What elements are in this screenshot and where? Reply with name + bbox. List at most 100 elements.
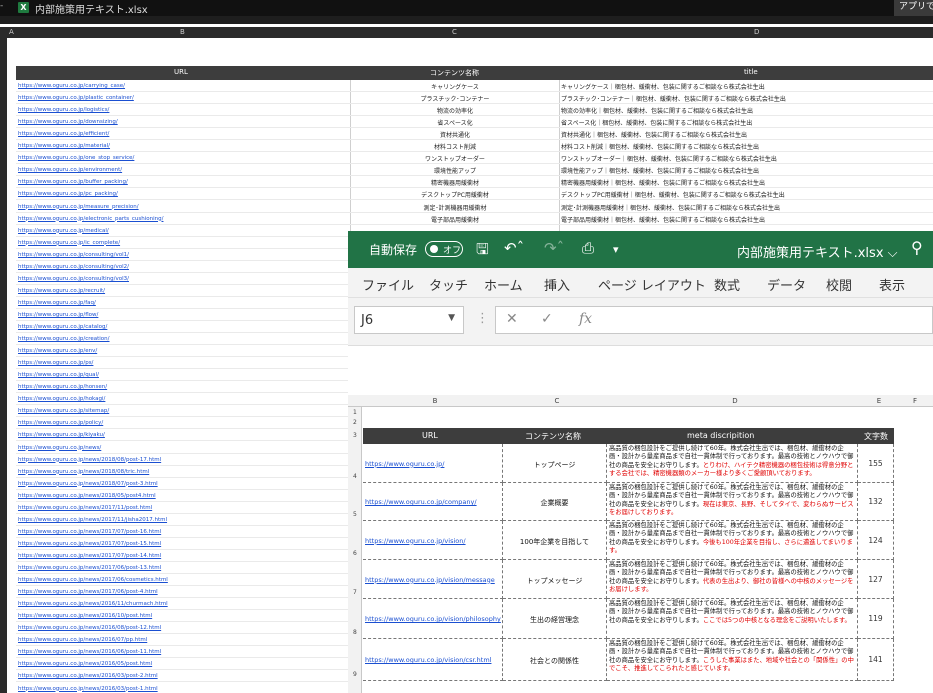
- bg-url-link[interactable]: https://www.oguru.co.jp/material/: [18, 143, 110, 149]
- url-link[interactable]: https://www.oguru.co.jp/vision/philosoph…: [365, 615, 501, 623]
- chevron-down-icon[interactable]: ▼: [448, 313, 455, 323]
- col-letter[interactable]: F: [910, 397, 920, 405]
- print-preview-icon[interactable]: ⎙: [582, 239, 594, 257]
- bg-url-link[interactable]: https://www.oguru.co.jp/efficient/: [18, 131, 109, 137]
- bg-url-link[interactable]: https://www.oguru.co.jp/news/2016/03/pos…: [18, 686, 158, 692]
- url-cell[interactable]: https://www.oguru.co.jp/company/: [363, 483, 503, 521]
- bg-url-link[interactable]: https://www.oguru.co.jp/hokagi/: [18, 396, 105, 402]
- url-link[interactable]: https://www.oguru.co.jp/vision/message: [365, 576, 495, 584]
- bg-url-link[interactable]: https://www.oguru.co.jp/measure_precisio…: [18, 204, 139, 210]
- cancel-icon[interactable]: ✕: [506, 311, 518, 327]
- content-cell[interactable]: 100年企業を目指して: [503, 521, 607, 560]
- bg-url-link[interactable]: https://www.oguru.co.jp/policy/: [18, 420, 103, 426]
- window-title[interactable]: 内部施策用テキスト.xlsx ⌵: [737, 242, 898, 261]
- tab-page-layout[interactable]: ページ レイアウト: [598, 275, 706, 294]
- undo-icon[interactable]: ↶ˆ: [504, 239, 524, 257]
- bg-url-link[interactable]: https://www.oguru.co.jp/ps/: [18, 360, 93, 366]
- bg-url-link[interactable]: https://www.oguru.co.jp/news/2017/06/pos…: [18, 589, 158, 595]
- bg-url-link[interactable]: https://www.oguru.co.jp/catalog/: [18, 324, 107, 330]
- bg-url-link[interactable]: https://www.oguru.co.jp/recruit/: [18, 288, 105, 294]
- more-icon[interactable]: ⋮: [476, 311, 489, 326]
- count-cell[interactable]: 155: [858, 444, 894, 483]
- bg-url-link[interactable]: https://www.oguru.co.jp/news/2017/07/pos…: [18, 529, 161, 535]
- tab-view[interactable]: 表示: [879, 275, 905, 294]
- bg-url-link[interactable]: https://www.oguru.co.jp/news/2016/07/pp.…: [18, 637, 147, 643]
- bg-url-link[interactable]: https://www.oguru.co.jp/consulting/vol2/: [18, 264, 129, 270]
- row-number[interactable]: 8: [353, 629, 357, 636]
- open-in-app-button[interactable]: アプリで: [894, 0, 933, 16]
- meta-cell[interactable]: 高品質の梱包設計をご提供し続けて60年。株式会社生出では、梱包材、緩衝材の企画・…: [607, 521, 858, 560]
- row-number[interactable]: 2: [353, 419, 357, 426]
- formula-input[interactable]: ✕ ✓ fx: [495, 306, 933, 334]
- bg-url-link[interactable]: https://www.oguru.co.jp/env/: [18, 348, 97, 354]
- row-number[interactable]: 7: [353, 589, 357, 596]
- url-cell[interactable]: https://www.oguru.co.jp/vision/message: [363, 560, 503, 599]
- customize-toolbar-icon[interactable]: ▾: [613, 243, 619, 256]
- row-number[interactable]: 5: [353, 511, 357, 518]
- bg-url-link[interactable]: https://www.oguru.co.jp/news/2016/03/pos…: [18, 673, 158, 679]
- count-cell[interactable]: 141: [858, 639, 894, 681]
- bg-url-link[interactable]: https://www.oguru.co.jp/news/2016/08/pos…: [18, 625, 161, 631]
- bg-url-link[interactable]: https://www.oguru.co.jp/downsizing/: [18, 119, 118, 125]
- bg-url-link[interactable]: https://www.oguru.co.jp/flow/: [18, 312, 98, 318]
- bg-url-link[interactable]: https://www.oguru.co.jp/news/2017/07/pos…: [18, 541, 161, 547]
- bg-url-link[interactable]: https://www.oguru.co.jp/carrying_case/: [18, 83, 125, 89]
- bg-url-link[interactable]: https://www.oguru.co.jp/news/2017/07/pos…: [18, 553, 161, 559]
- bg-url-link[interactable]: https://www.oguru.co.jp/news/2016/05/pos…: [18, 661, 152, 667]
- tab-home[interactable]: ホーム: [484, 275, 523, 294]
- bg-url-link[interactable]: https://www.oguru.co.jp/news/2016/11/chu…: [18, 601, 168, 607]
- content-cell[interactable]: 企業概要: [503, 483, 607, 521]
- bg-url-link[interactable]: https://www.oguru.co.jp/pc_packing/: [18, 191, 118, 197]
- bg-url-link[interactable]: https://www.oguru.co.jp/environment/: [18, 167, 122, 173]
- tab-data[interactable]: データ: [767, 275, 806, 294]
- content-cell[interactable]: 社会との関係性: [503, 639, 607, 681]
- confirm-icon[interactable]: ✓: [541, 311, 553, 327]
- url-cell[interactable]: https://www.oguru.co.jp/vision/: [363, 521, 503, 560]
- bg-url-link[interactable]: https://www.oguru.co.jp/news/2018/05/pos…: [18, 493, 156, 499]
- col-letter[interactable]: C: [552, 397, 562, 405]
- row-number[interactable]: 3: [353, 432, 357, 439]
- content-cell[interactable]: 生出の経営理念: [503, 599, 607, 639]
- bg-url-link[interactable]: https://www.oguru.co.jp/qual/: [18, 372, 99, 378]
- tab-formulas[interactable]: 数式: [714, 275, 740, 294]
- menu-dash-icon[interactable]: -: [0, 1, 3, 11]
- bg-url-link[interactable]: https://www.oguru.co.jp/news/2016/06/pos…: [18, 649, 161, 655]
- bg-url-link[interactable]: https://www.oguru.co.jp/plastic_containe…: [18, 95, 134, 101]
- bg-url-link[interactable]: https://www.oguru.co.jp/news/2016/10/pos…: [18, 613, 152, 619]
- bg-url-link[interactable]: https://www.oguru.co.jp/news/2018/08/pos…: [18, 457, 161, 463]
- count-cell[interactable]: 124: [858, 521, 894, 560]
- name-box[interactable]: J6 ▼: [354, 306, 464, 334]
- bg-url-link[interactable]: https://www.oguru.co.jp/sitemap/: [18, 408, 109, 414]
- bg-url-link[interactable]: https://www.oguru.co.jp/news/2017/11/jis…: [18, 517, 167, 523]
- url-cell[interactable]: https://www.oguru.co.jp/vision/philosoph…: [363, 599, 503, 639]
- meta-cell[interactable]: 高品質の梱包設計をご提供し続けて60年。株式会社生出では、梱包材、緩衝材の企画・…: [607, 444, 858, 483]
- meta-cell[interactable]: 高品質の梱包設計をご提供し続けて60年。株式会社生出では、梱包材、緩衝材の企画・…: [607, 483, 858, 521]
- row-number[interactable]: 4: [353, 473, 357, 480]
- content-cell[interactable]: トップメッセージ: [503, 560, 607, 599]
- col-letter[interactable]: E: [874, 397, 884, 405]
- bg-url-link[interactable]: https://www.oguru.co.jp/honsen/: [18, 384, 107, 390]
- bg-url-link[interactable]: https://www.oguru.co.jp/kiyaku/: [18, 432, 105, 438]
- function-icon[interactable]: fx: [579, 311, 592, 327]
- bg-url-link[interactable]: https://www.oguru.co.jp/one_stop_service…: [18, 155, 134, 161]
- bg-url-link[interactable]: https://www.oguru.co.jp/news/2017/11/pos…: [18, 505, 152, 511]
- bg-url-link[interactable]: https://www.oguru.co.jp/news/2017/06/cos…: [18, 577, 168, 583]
- bg-url-link[interactable]: https://www.oguru.co.jp/news/2017/06/pos…: [18, 565, 161, 571]
- count-cell[interactable]: 127: [858, 560, 894, 599]
- count-cell[interactable]: 119: [858, 599, 894, 639]
- row-number[interactable]: 6: [353, 550, 357, 557]
- tab-review[interactable]: 校閲: [826, 275, 852, 294]
- bg-url-link[interactable]: https://www.oguru.co.jp/medical/: [18, 228, 109, 234]
- search-icon[interactable]: ⚲: [911, 238, 923, 257]
- bg-url-link[interactable]: https://www.oguru.co.jp/logistics/: [18, 107, 109, 113]
- content-cell[interactable]: トップページ: [503, 444, 607, 483]
- autosave-toggle[interactable]: オフ: [425, 241, 463, 257]
- url-cell[interactable]: https://www.oguru.co.jp/: [363, 444, 503, 483]
- save-icon[interactable]: 🖫: [476, 239, 489, 264]
- redo-icon[interactable]: ↷ˆ: [544, 239, 564, 257]
- url-link[interactable]: https://www.oguru.co.jp/company/: [365, 498, 477, 506]
- url-link[interactable]: https://www.oguru.co.jp/vision/csr.html: [365, 656, 491, 664]
- bg-url-link[interactable]: https://www.oguru.co.jp/buffer_packing/: [18, 179, 128, 185]
- meta-cell[interactable]: 高品質の梱包設計をご提供し続けて60年。株式会社生出では、梱包材、緩衝材の企画・…: [607, 599, 858, 639]
- bg-url-link[interactable]: https://www.oguru.co.jp/electronic_parts…: [18, 216, 163, 222]
